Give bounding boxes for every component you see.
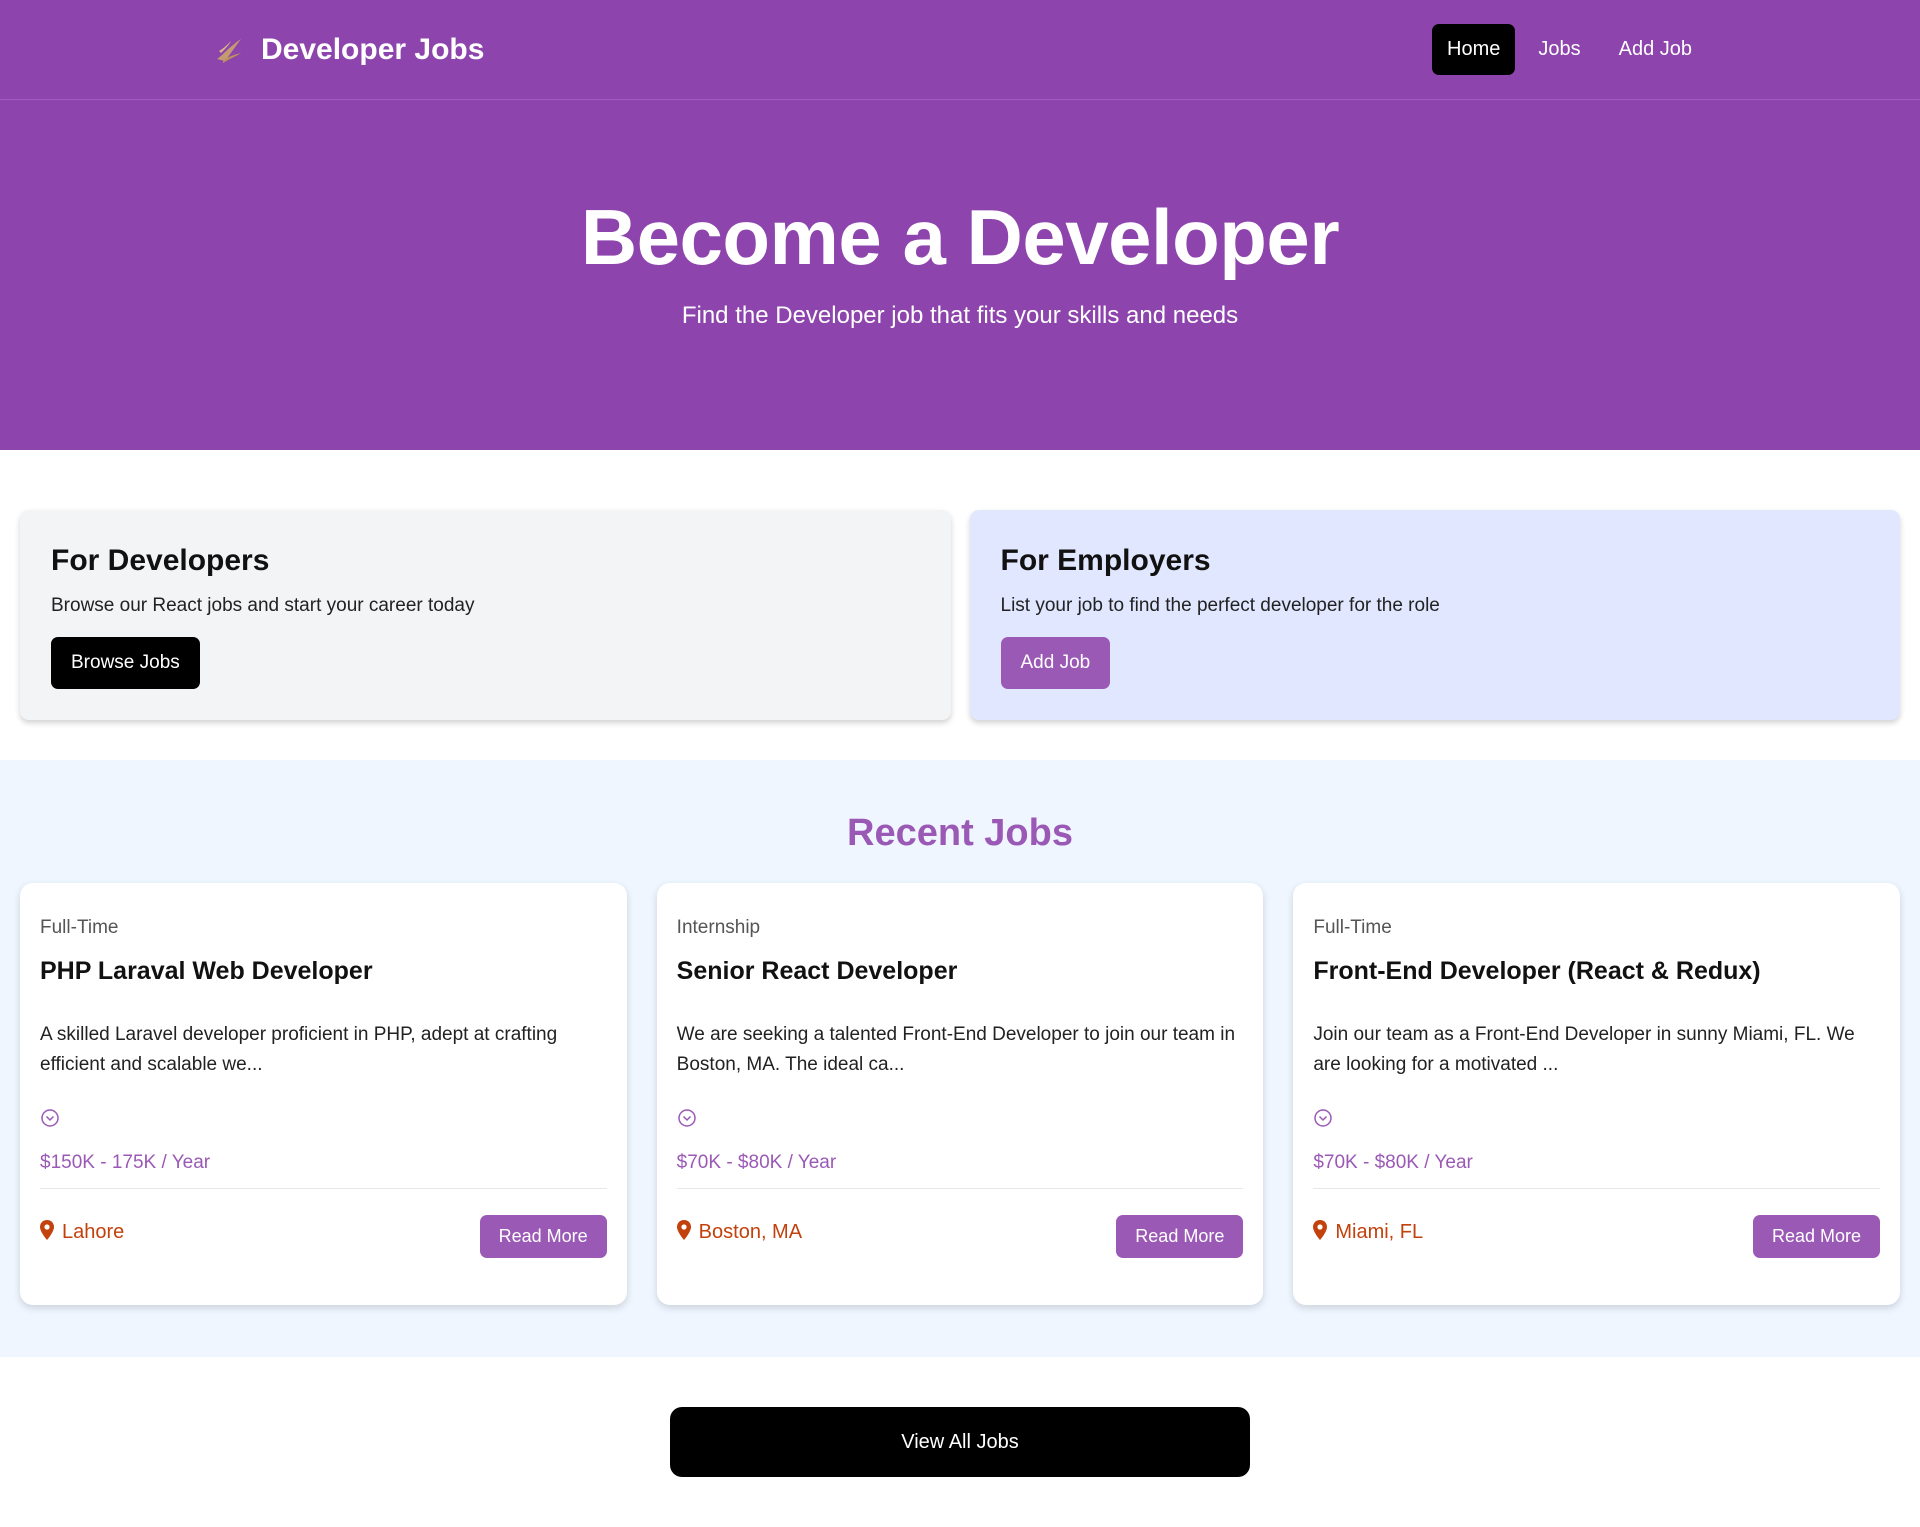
job-salary: $70K - $80K / Year — [676, 1152, 837, 1173]
job-description: A skilled Laravel developer proficient i… — [40, 1024, 558, 1075]
react-logo-icon — [213, 33, 247, 67]
hero-subtitle: Find the Developer job that fits your sk… — [681, 302, 1239, 329]
job-description: Join our team as a Front-End Developer i… — [1313, 1024, 1855, 1075]
employers-card-text: List your job to find the perfect develo… — [1000, 595, 1440, 616]
job-card: Full-Time PHP Laraval Web Developer A sk… — [20, 883, 627, 1305]
developers-card-text: Browse our React jobs and start your car… — [51, 595, 475, 616]
browse-jobs-button[interactable]: Browse Jobs — [51, 637, 200, 689]
job-title: Front-End Developer (React & Redux) — [1313, 957, 1761, 985]
job-location: Boston, MA — [676, 1219, 803, 1246]
read-more-button[interactable]: Read More — [1752, 1215, 1881, 1258]
brand[interactable]: Developer Jobs — [213, 33, 484, 67]
divider — [676, 1188, 1244, 1189]
read-more-button[interactable]: Read More — [1116, 1215, 1244, 1258]
job-title: Senior React Developer — [676, 957, 958, 985]
employers-card: For Employers List your job to find the … — [969, 510, 1900, 720]
job-location-label: Lahore — [62, 1221, 125, 1243]
job-title: PHP Laraval Web Developer — [40, 957, 373, 985]
job-description: We are seeking a talented Front-End Deve… — [676, 1024, 1236, 1075]
job-location-label: Boston, MA — [698, 1221, 803, 1243]
chevron-down-circle-icon[interactable] — [40, 1108, 60, 1128]
read-more-button[interactable]: Read More — [479, 1215, 607, 1258]
nav-link-home[interactable]: Home — [1432, 24, 1516, 75]
developers-card: For Developers Browse our React jobs and… — [20, 510, 951, 720]
brand-name: Developer Jobs — [261, 32, 485, 66]
divider — [1313, 1188, 1881, 1189]
navbar: Developer Jobs Home Jobs Add Job — [0, 0, 1920, 100]
nav-link-add-job[interactable]: Add Job — [1604, 24, 1707, 75]
job-location: Miami, FL — [1313, 1219, 1424, 1246]
nav-link-jobs[interactable]: Jobs — [1523, 24, 1595, 75]
job-location-label: Miami, FL — [1335, 1221, 1424, 1243]
employers-card-title: For Employers — [1000, 544, 1211, 577]
hero: Become a Developer Find the Developer jo… — [0, 100, 1920, 450]
job-salary: $150K - 175K / Year — [40, 1152, 211, 1173]
nav-links: Home Jobs Add Job — [1432, 24, 1707, 75]
jobs-grid: Full-Time PHP Laraval Web Developer A sk… — [20, 883, 1901, 1305]
job-card: Internship Senior React Developer We are… — [656, 883, 1264, 1305]
job-location: Lahore — [40, 1219, 125, 1246]
job-type: Full-Time — [1313, 917, 1392, 938]
job-card: Full-Time Front-End Developer (React & R… — [1293, 883, 1901, 1305]
chevron-down-circle-icon[interactable] — [1313, 1108, 1333, 1128]
view-all-wrap: View All Jobs — [0, 1357, 1920, 1477]
job-type: Internship — [676, 917, 761, 938]
chevron-down-circle-icon[interactable] — [677, 1108, 697, 1128]
divider — [40, 1188, 607, 1189]
job-type: Full-Time — [40, 917, 119, 938]
recent-jobs-title: Recent Jobs — [847, 812, 1073, 854]
job-salary: $70K - $80K / Year — [1313, 1152, 1473, 1173]
add-job-button[interactable]: Add Job — [1000, 637, 1111, 689]
map-marker-icon — [40, 1219, 54, 1246]
view-all-jobs-button[interactable]: View All Jobs — [670, 1407, 1250, 1477]
map-marker-icon — [676, 1219, 691, 1246]
developers-card-title: For Developers — [51, 544, 270, 577]
map-marker-icon — [1313, 1219, 1328, 1246]
info-cards: For Developers Browse our React jobs and… — [0, 450, 1920, 760]
hero-title: Become a Developer — [580, 193, 1340, 281]
recent-jobs-section: Recent Jobs Full-Time PHP Laraval Web De… — [0, 760, 1920, 1357]
